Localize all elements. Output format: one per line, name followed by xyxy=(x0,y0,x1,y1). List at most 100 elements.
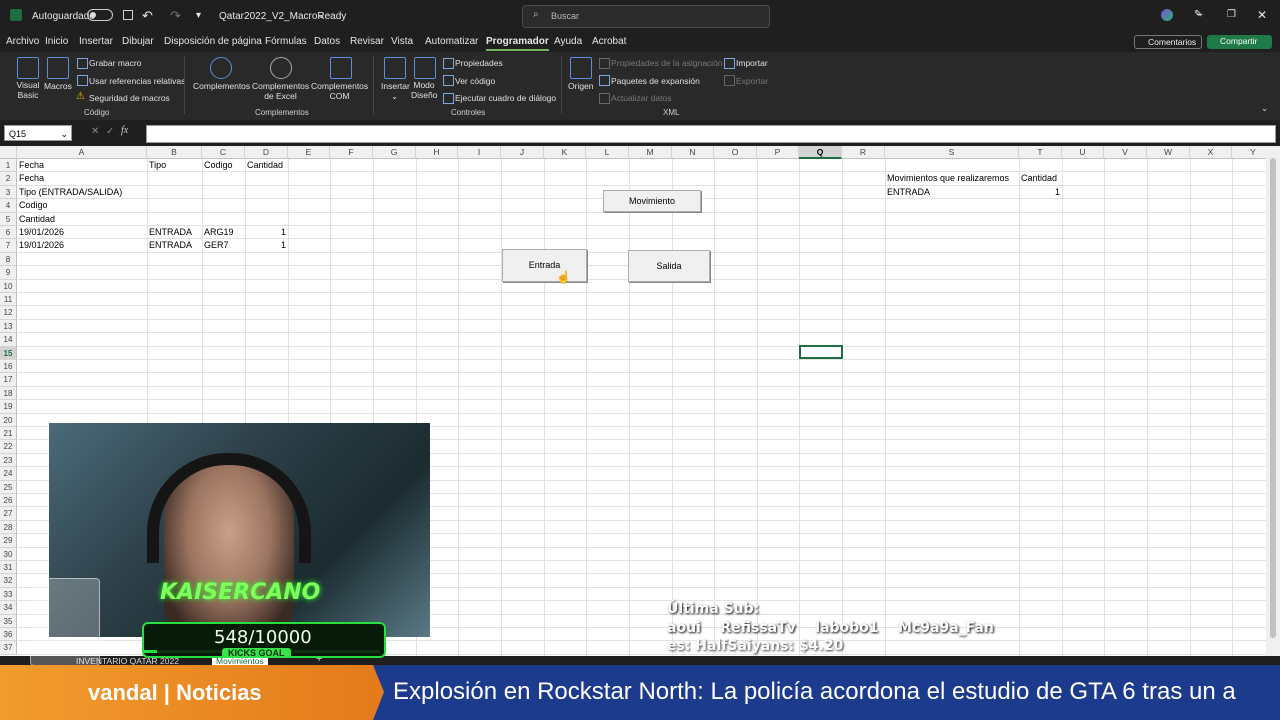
menu-inicio[interactable]: Inicio xyxy=(45,36,68,47)
menu-acrobat[interactable]: Acrobat xyxy=(592,36,626,47)
maximize-icon[interactable]: ❐ xyxy=(1227,9,1236,20)
row-header[interactable]: 32 xyxy=(0,574,17,588)
cell-d7[interactable]: 1 xyxy=(245,239,286,252)
comments-button[interactable]: Comentarios xyxy=(1134,35,1202,49)
row-header[interactable]: 26 xyxy=(0,494,17,508)
menu-archivo[interactable]: Archivo xyxy=(6,36,39,47)
excel-addins-button[interactable]: Complementos de Excel xyxy=(252,81,309,101)
macros-button[interactable]: Macros xyxy=(44,81,72,91)
record-macro-button[interactable]: Grabar macro xyxy=(89,58,141,68)
customize-qat-icon[interactable]: ▾ xyxy=(196,10,201,21)
col-header-l[interactable]: L xyxy=(586,146,629,159)
view-code-button[interactable]: Ver código xyxy=(455,76,495,86)
cell-s2[interactable]: Movimientos que realizaremos xyxy=(887,172,1009,185)
formula-input[interactable] xyxy=(146,125,1276,143)
cell-a3[interactable]: Tipo (ENTRADA/SALIDA) xyxy=(19,186,122,199)
col-header-x[interactable]: X xyxy=(1190,146,1232,159)
menu-formulas[interactable]: Fórmulas xyxy=(265,36,307,47)
col-header-v[interactable]: V xyxy=(1104,146,1147,159)
menu-revisar[interactable]: Revisar xyxy=(350,36,384,47)
col-header-f[interactable]: F xyxy=(330,146,373,159)
row-header[interactable]: 24 xyxy=(0,467,17,481)
menu-disposicion[interactable]: Disposición de página xyxy=(164,36,262,47)
row-header[interactable]: 3 xyxy=(0,185,17,200)
menu-automatizar[interactable]: Automatizar xyxy=(425,36,478,47)
vertical-scrollbar[interactable] xyxy=(1266,146,1280,656)
cell-a1[interactable]: Fecha xyxy=(19,159,44,172)
col-header-p[interactable]: P xyxy=(757,146,799,159)
share-button[interactable]: Compartir xyxy=(1207,35,1272,49)
expansion-packs-button[interactable]: Paquetes de expansión xyxy=(611,76,700,86)
col-header-w[interactable]: W xyxy=(1147,146,1190,159)
insert-control-icon[interactable] xyxy=(384,57,406,79)
col-header-u[interactable]: U xyxy=(1062,146,1104,159)
menu-programador[interactable]: Programador xyxy=(486,36,549,51)
row-header[interactable]: 16 xyxy=(0,360,17,374)
menu-dibujar[interactable]: Dibujar xyxy=(122,36,154,47)
complementos-button[interactable]: Complementos xyxy=(193,81,250,91)
row-header[interactable]: 17 xyxy=(0,373,17,387)
col-header-j[interactable]: J xyxy=(501,146,544,159)
row-header[interactable]: 27 xyxy=(0,507,17,521)
cell-b7[interactable]: ENTRADA xyxy=(149,239,192,252)
col-header-g[interactable]: G xyxy=(373,146,416,159)
row-header[interactable]: 35 xyxy=(0,614,17,628)
file-name[interactable]: Qatar2022_V2_MacroReady xyxy=(219,11,346,22)
row-header[interactable]: 9 xyxy=(0,266,17,280)
row-header[interactable]: 22 xyxy=(0,440,17,454)
menu-insertar[interactable]: Insertar xyxy=(79,36,113,47)
col-header-c[interactable]: C xyxy=(202,146,245,159)
cell-c7[interactable]: GER7 xyxy=(204,239,229,252)
macro-security-button[interactable]: Seguridad de macros xyxy=(89,93,170,103)
collapse-ribbon-chevron-icon[interactable]: ⌄ xyxy=(1261,103,1268,114)
cell-t3[interactable]: 1 xyxy=(1019,186,1060,199)
com-addins-icon[interactable] xyxy=(330,57,352,79)
undo-icon[interactable]: ↶ xyxy=(142,8,153,24)
relative-refs-button[interactable]: Usar referencias relativas xyxy=(89,76,185,86)
row-header[interactable]: 30 xyxy=(0,547,17,561)
insert-chevron-down-icon[interactable]: ⌄ xyxy=(391,91,398,102)
refresh-data-button[interactable]: Actualizar datos xyxy=(611,93,671,103)
row-header[interactable]: 12 xyxy=(0,306,17,320)
row-header[interactable]: 2 xyxy=(0,172,17,186)
col-header-h[interactable]: H xyxy=(416,146,458,159)
cell-t2[interactable]: Cantidad xyxy=(1021,172,1057,185)
cell-d6[interactable]: 1 xyxy=(245,226,286,239)
row-header[interactable]: 18 xyxy=(0,386,17,401)
menu-datos[interactable]: Datos xyxy=(314,36,340,47)
col-header-e[interactable]: E xyxy=(288,146,330,159)
col-header-y[interactable]: Y xyxy=(1232,146,1266,159)
entrada-button[interactable]: Entrada xyxy=(502,249,587,282)
row-header[interactable]: 11 xyxy=(0,293,17,307)
export-button[interactable]: Exportar xyxy=(736,76,768,86)
row-header[interactable]: 31 xyxy=(0,561,17,575)
cell-b6[interactable]: ENTRADA xyxy=(149,226,192,239)
cell-a6[interactable]: 19/01/2026 xyxy=(19,226,64,239)
col-header-t[interactable]: T xyxy=(1019,146,1062,159)
row-header[interactable]: 10 xyxy=(0,279,17,293)
row-header[interactable]: 33 xyxy=(0,587,17,602)
col-header-n[interactable]: N xyxy=(672,146,714,159)
visual-basic-icon[interactable] xyxy=(17,57,39,79)
complementos-icon[interactable] xyxy=(210,57,232,79)
col-header-d[interactable]: D xyxy=(245,146,288,159)
macros-icon[interactable] xyxy=(47,57,69,79)
vertical-scrollbar-thumb[interactable] xyxy=(1270,158,1276,638)
cell-a4[interactable]: Codigo xyxy=(19,199,48,212)
row-header[interactable]: 14 xyxy=(0,333,17,347)
col-header-q[interactable]: Q xyxy=(799,146,842,159)
row-header[interactable]: 36 xyxy=(0,628,17,642)
cell-a2[interactable]: Fecha xyxy=(19,172,44,185)
design-mode-button[interactable]: Modo Diseño xyxy=(411,80,437,100)
design-mode-icon[interactable] xyxy=(414,57,436,79)
cell-s3[interactable]: ENTRADA xyxy=(887,186,930,199)
cell-c1[interactable]: Codigo xyxy=(204,159,233,172)
col-header-b[interactable]: B xyxy=(147,146,202,159)
row-header[interactable]: 20 xyxy=(0,413,17,427)
select-all-corner[interactable] xyxy=(0,146,17,159)
row-header[interactable]: 29 xyxy=(0,534,17,548)
col-header-r[interactable]: R xyxy=(842,146,885,159)
import-button[interactable]: Importar xyxy=(736,58,768,68)
search-box[interactable]: ⌕ Buscar xyxy=(522,5,770,28)
insert-function-icon[interactable]: fx xyxy=(121,125,128,136)
